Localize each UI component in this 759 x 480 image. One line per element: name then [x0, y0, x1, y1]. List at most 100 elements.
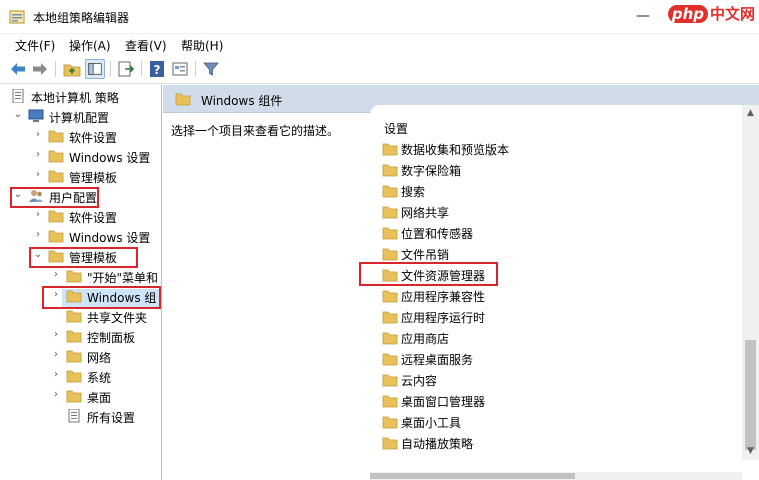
minimize-button[interactable]: —	[633, 6, 653, 26]
list-item-label: 数据收集和预览版本	[401, 143, 510, 157]
chevron-right-icon[interactable]: ›	[32, 169, 44, 180]
list-item-label: 桌面窗口管理器	[401, 395, 486, 409]
horizontal-scrollbar[interactable]	[370, 472, 742, 480]
folder-open-icon	[48, 250, 64, 263]
list-item-label: 文件资源管理器	[401, 269, 486, 283]
tree-item-label: 用户配置	[49, 191, 98, 205]
user-icon	[29, 190, 43, 202]
tree-item-cc-admin-templates[interactable]: › 管理模板	[32, 168, 161, 186]
tree-item-uc-windows-settings[interactable]: › Windows 设置	[32, 228, 161, 246]
folder-icon	[382, 395, 398, 408]
folder-icon	[66, 290, 82, 303]
menu-action[interactable]: 操作(A)	[67, 37, 113, 54]
scroll-up-arrow-icon[interactable]: ▲	[742, 105, 759, 122]
tree-item-label: 本地计算机 策略	[31, 91, 119, 105]
folder-icon	[66, 350, 82, 363]
tree-item-all-settings[interactable]: 所有设置	[50, 408, 161, 426]
menu-view[interactable]: 查看(V)	[123, 37, 169, 54]
details-header-title: Windows 组件	[201, 94, 283, 108]
folder-icon	[66, 370, 82, 383]
folder-icon	[382, 269, 398, 282]
folder-icon	[175, 93, 191, 106]
list-item-label: 数字保险箱	[401, 164, 462, 178]
tree-item-label: 桌面	[87, 391, 112, 405]
scroll-down-arrow-icon[interactable]: ▼	[742, 443, 759, 460]
vertical-scrollbar[interactable]: ▲ ▼	[742, 105, 759, 460]
tree-item-desktop[interactable]: › 桌面	[50, 388, 161, 406]
folder-icon	[48, 210, 64, 223]
tree-item-system[interactable]: › 系统	[50, 368, 161, 386]
export-list-icon[interactable]	[116, 59, 136, 79]
chevron-right-icon[interactable]: ›	[32, 129, 44, 140]
forward-arrow-icon[interactable]	[30, 59, 50, 79]
toolbar-separator	[55, 61, 56, 77]
tree-item-label: 网络	[87, 351, 112, 365]
help-icon[interactable]: ?	[147, 59, 167, 79]
folder-icon	[48, 130, 64, 143]
chevron-right-icon[interactable]: ›	[50, 269, 62, 280]
toolbar: ?	[0, 56, 759, 84]
list-item-label: 远程桌面服务	[401, 353, 474, 367]
list-item-label: 自动播放策略	[401, 437, 474, 451]
chevron-down-icon[interactable]: ⌄	[32, 249, 44, 260]
navigation-tree[interactable]: 本地计算机 策略 ⌄ 计算机配置 › 软件设置 › Windows 设置 › 管…	[0, 85, 162, 480]
tree-item-label: 软件设置	[69, 131, 118, 145]
folder-icon	[48, 150, 64, 163]
watermark-php-label: php	[667, 5, 708, 23]
menu-file[interactable]: 文件(F)	[13, 37, 57, 54]
menu-help[interactable]: 帮助(H)	[179, 37, 225, 54]
chevron-right-icon[interactable]: ›	[50, 369, 62, 380]
folder-icon	[382, 311, 398, 324]
folder-icon	[48, 230, 64, 243]
tree-item-label: 计算机配置	[49, 111, 110, 125]
chevron-right-icon[interactable]: ›	[50, 289, 62, 300]
tree-item-control-panel[interactable]: › 控制面板	[50, 328, 161, 346]
tree-item-cc-software-settings[interactable]: › 软件设置	[32, 128, 161, 146]
chevron-right-icon[interactable]: ›	[32, 209, 44, 220]
tree-item-computer-config[interactable]: ⌄ 计算机配置	[12, 108, 161, 126]
tree-item-network[interactable]: › 网络	[50, 348, 161, 366]
tree-item-local-policy[interactable]: 本地计算机 策略	[0, 88, 154, 106]
list-item-label: 桌面小工具	[401, 416, 462, 430]
chevron-right-icon[interactable]: ›	[50, 389, 62, 400]
toolbar-separator	[110, 61, 111, 77]
tree-item-windows-components[interactable]: › Windows 组	[50, 288, 161, 306]
column-header-settings[interactable]: 设置	[384, 120, 408, 137]
show-hide-tree-icon[interactable]	[85, 59, 105, 79]
properties-icon[interactable]	[170, 59, 190, 79]
chevron-right-icon[interactable]: ›	[32, 149, 44, 160]
tree-item-user-config[interactable]: ⌄ 用户配置	[12, 188, 161, 206]
tree-item-label: 共享文件夹	[87, 311, 148, 325]
chevron-right-icon[interactable]: ›	[50, 329, 62, 340]
description-text: 选择一个项目来查看它的描述。	[171, 124, 340, 138]
list-item-label: 应用程序运行时	[401, 311, 486, 325]
chevron-down-icon[interactable]: ⌄	[12, 189, 24, 200]
list-item-label: 应用商店	[401, 332, 450, 346]
svg-text:?: ?	[154, 63, 161, 77]
tree-item-uc-software-settings[interactable]: › 软件设置	[32, 208, 161, 226]
folder-icon	[382, 143, 398, 156]
chevron-right-icon[interactable]: ›	[50, 349, 62, 360]
details-pane: Windows 组件 选择一个项目来查看它的描述。 设置 数据收集和预览版本 数…	[163, 85, 759, 480]
up-folder-icon[interactable]	[62, 59, 82, 79]
tree-item-start-menu[interactable]: › "开始"菜单和	[50, 268, 161, 286]
filter-icon[interactable]	[201, 59, 221, 79]
settings-list[interactable]: 设置 数据收集和预览版本 数字保险箱 搜索 网络共享 位置和传感器 文件吊销 文…	[359, 105, 759, 480]
chevron-right-icon[interactable]: ›	[32, 229, 44, 240]
horizontal-scroll-thumb[interactable]	[370, 473, 575, 479]
tree-item-label: 所有设置	[87, 411, 136, 425]
site-watermark: php 中文网	[667, 4, 755, 24]
tree-item-uc-admin-templates[interactable]: ⌄ 管理模板	[32, 248, 161, 266]
list-item-label: 云内容	[401, 374, 438, 388]
tree-item-cc-windows-settings[interactable]: › Windows 设置	[32, 148, 161, 166]
back-arrow-icon[interactable]	[8, 59, 28, 79]
tree-item-shared-folders[interactable]: 共享文件夹	[50, 308, 161, 326]
title-bar: 本地组策略编辑器 — php 中文网	[0, 0, 759, 34]
tree-item-label: Windows 设置	[69, 151, 151, 165]
window-title: 本地组策略编辑器	[33, 11, 130, 25]
folder-icon	[66, 310, 82, 323]
tree-item-label: 管理模板	[69, 251, 118, 265]
chevron-down-icon[interactable]: ⌄	[12, 109, 24, 120]
vertical-scroll-thumb[interactable]	[745, 340, 756, 450]
tree-item-label: Windows 组	[87, 291, 157, 305]
